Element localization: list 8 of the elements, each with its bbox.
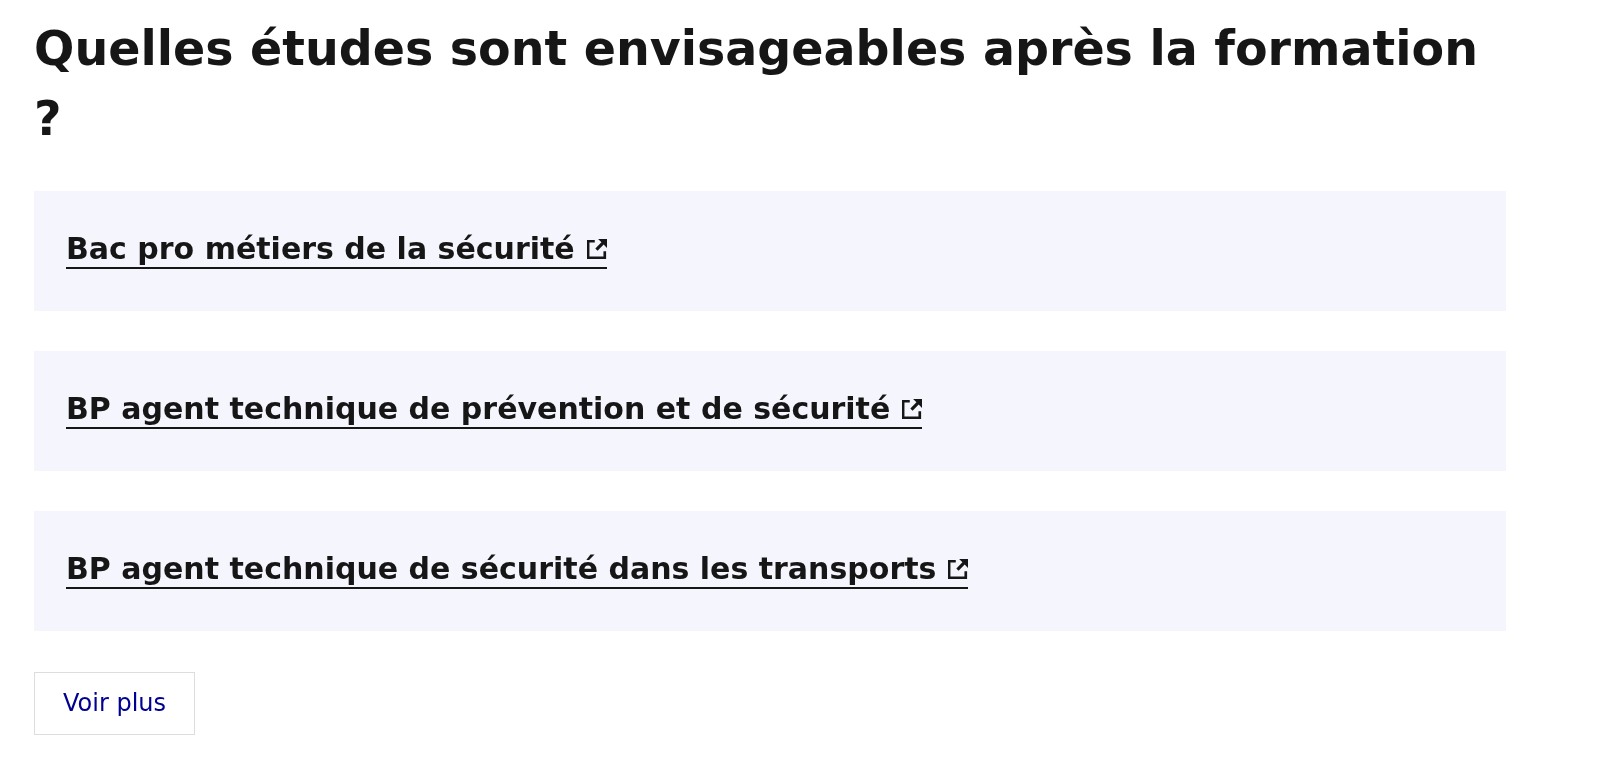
show-more-button[interactable]: Voir plus	[34, 672, 196, 735]
course-link[interactable]: BP agent technique de prévention et de sécurité	[66, 391, 923, 429]
course-link[interactable]: BP agent technique de sécurité dans les transports	[66, 551, 969, 589]
external-link-icon	[902, 399, 923, 419]
section-heading: Quelles études sont envisageables après la formation ?	[34, 20, 1479, 148]
course-link[interactable]: Bac pro métiers de la sécurité	[66, 231, 607, 269]
external-link-icon	[586, 239, 607, 259]
external-link-icon	[948, 559, 969, 579]
